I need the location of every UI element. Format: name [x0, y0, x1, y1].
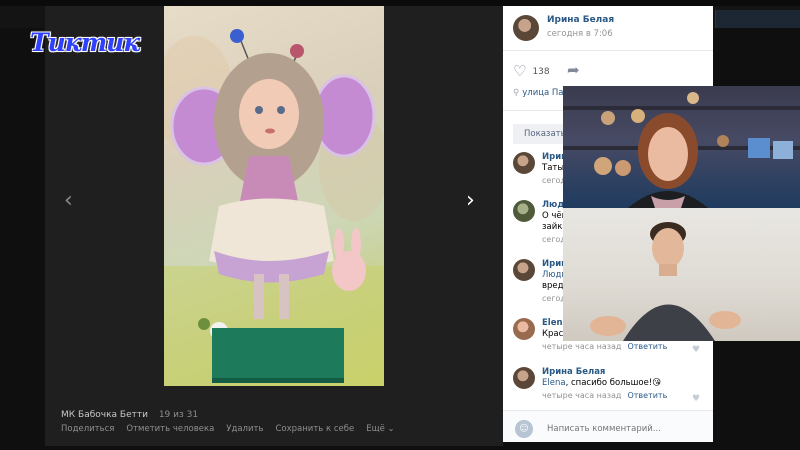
like-count: 138	[532, 66, 550, 77]
doll-illustration	[164, 29, 384, 386]
post-time[interactable]: сегодня в 7:06	[547, 29, 614, 39]
comment-mention[interactable]: Elena	[542, 378, 566, 388]
share-action[interactable]: Поделиться	[61, 424, 114, 434]
photo-counter: 19 из 31	[158, 410, 199, 420]
comment-text: , спасибо большое!😘	[565, 378, 662, 388]
avatar[interactable]	[513, 318, 535, 340]
avatar[interactable]	[513, 259, 535, 281]
more-action[interactable]: Ещё ⌄	[366, 424, 394, 434]
watermark-logo: Тиктик	[30, 28, 140, 57]
reply-button[interactable]: Ответить	[627, 391, 667, 400]
tag-person-action[interactable]: Отметить человека	[126, 424, 214, 434]
post-author: Ирина Белая сегодня в 7:06	[513, 15, 614, 41]
comment-input[interactable]	[547, 421, 707, 437]
user-avatar-icon: ☺	[515, 420, 533, 438]
doll-photo	[164, 6, 384, 386]
comment-time[interactable]: четыре часа назад	[542, 342, 621, 351]
avatar[interactable]	[513, 200, 535, 222]
share-arrow-icon[interactable]: ➦	[567, 61, 580, 79]
comment-like-heart-icon[interactable]: ♥	[692, 394, 700, 404]
reply-button[interactable]: Ответить	[627, 342, 667, 351]
avatar[interactable]	[513, 367, 535, 389]
comment-author[interactable]: Ирина Белая	[542, 367, 667, 378]
comment-time[interactable]: четыре часа назад	[542, 391, 621, 400]
photo-actions: Поделиться Отметить человека Удалить Сох…	[61, 424, 395, 434]
divider	[503, 50, 713, 51]
heart-outline-icon: ♡	[513, 62, 527, 80]
delete-action[interactable]: Удалить	[226, 424, 263, 434]
webcam-woman-scene	[563, 92, 800, 208]
comment-item: Ирина Белая Elena, спасибо большое!😘 чет…	[513, 367, 667, 401]
avatar[interactable]	[513, 15, 539, 41]
photo-title: МК Бабочка Бетти	[61, 410, 148, 420]
location-link[interactable]: ⚲ улица Па	[513, 88, 564, 98]
author-name[interactable]: Ирина Белая	[547, 15, 614, 25]
previous-photo-button[interactable]: ‹	[64, 188, 73, 214]
header-right-block	[715, 10, 800, 28]
comment-like-heart-icon[interactable]: ♥	[692, 345, 700, 355]
webcam-overlay-man	[563, 208, 800, 341]
webcam-man-scene	[590, 222, 741, 341]
photo-caption: МК Бабочка Бетти 19 из 31	[61, 410, 198, 420]
map-pin-icon: ⚲	[513, 88, 520, 98]
location-text: улица Па	[522, 88, 564, 98]
webcam-overlay-woman	[563, 86, 800, 208]
next-photo-button[interactable]: ›	[466, 188, 475, 214]
like-button[interactable]: ♡ 138	[513, 64, 550, 79]
comment-input-bar: ☺	[503, 410, 713, 442]
save-action[interactable]: Сохранить к себе	[275, 424, 354, 434]
avatar[interactable]	[513, 152, 535, 174]
